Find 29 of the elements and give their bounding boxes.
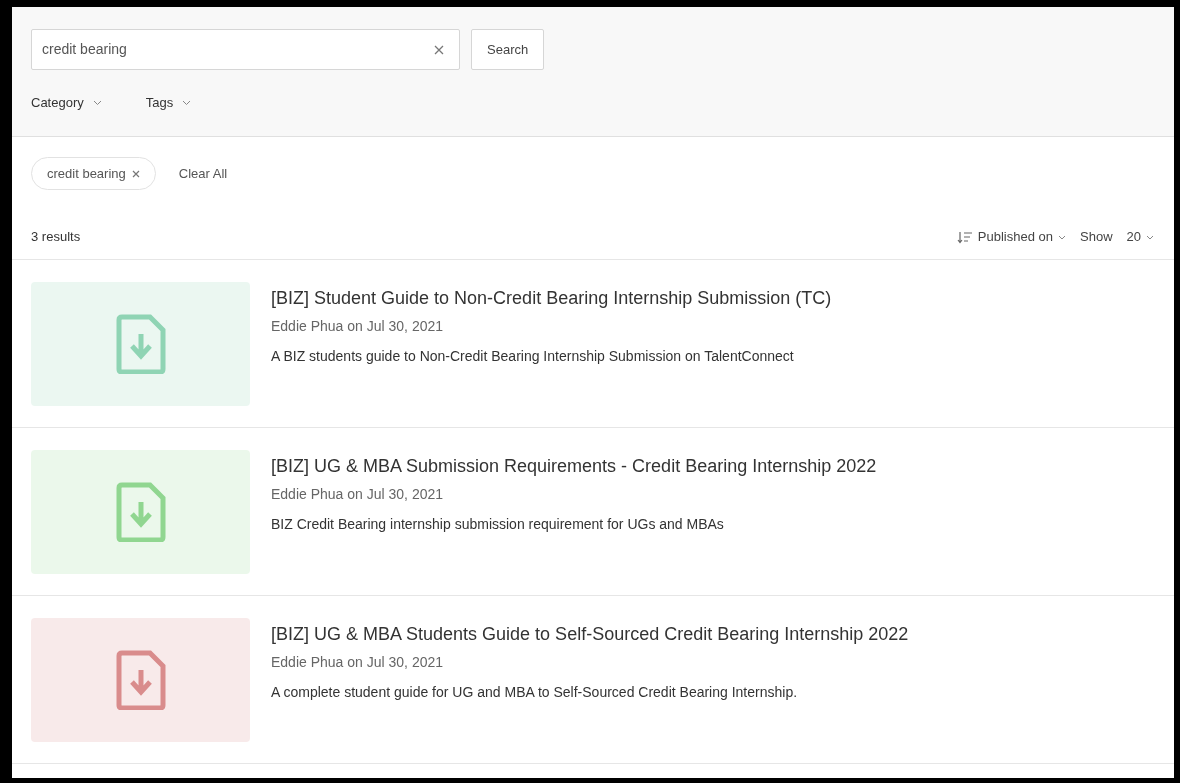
chevron-icon — [92, 99, 102, 106]
page-size-dropdown[interactable]: 20 — [1126, 227, 1154, 247]
result-title[interactable]: [BIZ] Student Guide to Non-Credit Bearing Internship Submission (TC) — [271, 287, 832, 309]
file-thumbnail[interactable] — [31, 450, 250, 574]
filter-dropdown[interactable]: Category — [31, 93, 102, 113]
result-byline: Eddie Phua on Jul 30, 2021 — [271, 485, 445, 504]
show-label: Show — [1080, 228, 1113, 247]
results-count: 3 results — [31, 228, 81, 247]
chevron-icon — [182, 99, 192, 106]
remove-icon[interactable] — [131, 169, 140, 178]
search-field[interactable]: credit bearing — [31, 29, 460, 70]
result-description: A BIZ students guide to Non-Credit Bearing Internship Submission on TalentConnect — [271, 347, 795, 366]
filter-chip[interactable]: credit bearing — [31, 157, 156, 190]
result-title[interactable]: [BIZ] UG & MBA Students Guide to Self-Sourced Credit Bearing Internship 2022 — [271, 623, 909, 645]
search-button[interactable]: Search — [471, 29, 545, 70]
sort-icon — [956, 230, 973, 244]
result-description: BIZ Credit Bearing internship submission requirement for UGs and MBAs — [271, 515, 725, 534]
file-thumbnail[interactable] — [31, 282, 250, 406]
sort-dropdown[interactable]: Published on — [956, 227, 1066, 247]
chevron-icon — [1058, 234, 1066, 240]
clear-all-link[interactable]: Clear All — [178, 163, 228, 184]
result-byline: Eddie Phua on Jul 30, 2021 — [271, 653, 445, 672]
chevron-icon — [1146, 234, 1154, 240]
filter-dropdown[interactable]: Tags — [145, 93, 192, 113]
result-byline: Eddie Phua on Jul 30, 2021 — [271, 317, 445, 336]
result-title[interactable]: [BIZ] UG & MBA Submission Requirements - Credit Bearing Internship 2022 — [271, 455, 877, 477]
clear-icon[interactable] — [434, 44, 444, 55]
file-thumbnail[interactable] — [31, 618, 250, 742]
result-description: A complete student guide for UG and MBA to Self-Sourced Credit Bearing Internship. — [271, 683, 799, 702]
